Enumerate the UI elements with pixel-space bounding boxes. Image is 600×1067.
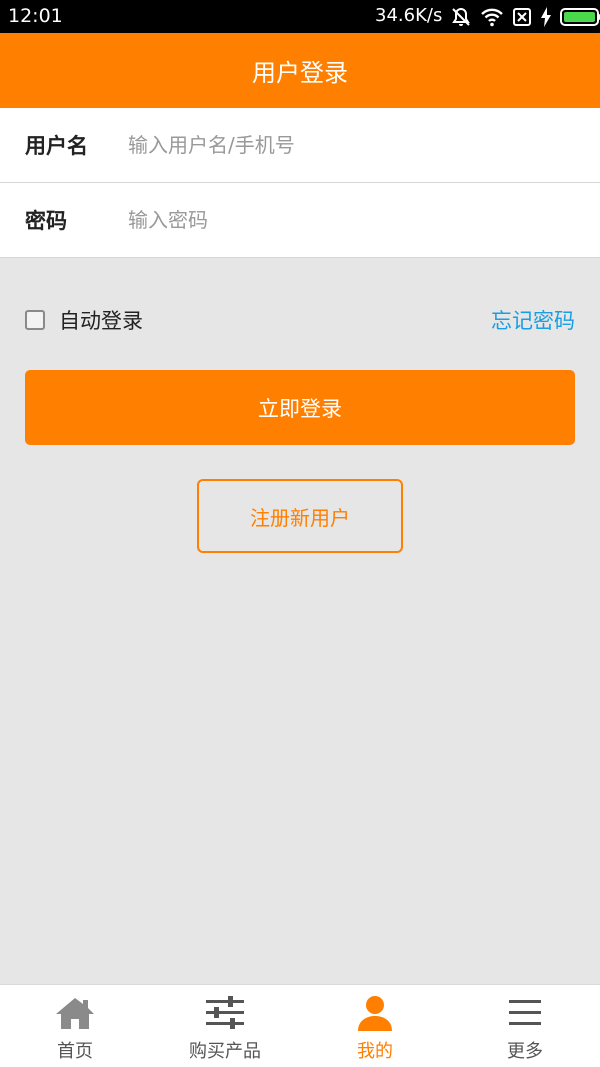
charging-icon — [540, 7, 552, 27]
username-input[interactable] — [128, 133, 548, 157]
login-form: 用户名 密码 — [0, 108, 600, 258]
menu-icon — [504, 995, 546, 1031]
username-row: 用户名 — [0, 108, 600, 183]
tab-more[interactable]: 更多 — [450, 985, 600, 1067]
auto-login-checkbox[interactable] — [25, 310, 45, 330]
tab-mine[interactable]: 我的 — [300, 985, 450, 1067]
status-time: 12:01 — [8, 5, 63, 27]
login-button[interactable]: 立即登录 — [25, 370, 575, 445]
tab-more-label: 更多 — [507, 1041, 543, 1062]
tab-buy-products-label: 购买产品 — [189, 1041, 261, 1062]
password-label: 密码 — [25, 209, 67, 233]
forgot-password-link[interactable]: 忘记密码 — [491, 305, 575, 335]
tab-home[interactable]: 首页 — [0, 985, 150, 1067]
login-options: 自动登录 忘记密码 — [25, 300, 575, 340]
wifi-icon — [480, 6, 504, 28]
auto-login-label: 自动登录 — [59, 309, 143, 333]
tab-mine-label: 我的 — [357, 1041, 393, 1062]
status-bar: 12:01 34.6K/s — [0, 0, 600, 33]
password-input[interactable] — [128, 208, 548, 232]
mute-icon — [450, 6, 472, 28]
page-title: 用户登录 — [252, 59, 348, 87]
bottom-tab-bar: 首页 购买产品 我的 更多 — [0, 984, 600, 1067]
username-label: 用户名 — [25, 134, 88, 158]
app-bar: 用户登录 — [0, 33, 600, 108]
tab-buy-products[interactable]: 购买产品 — [150, 985, 300, 1067]
register-button[interactable]: 注册新用户 — [197, 479, 403, 553]
battery-icon — [560, 7, 600, 27]
sim-off-icon — [512, 7, 532, 27]
sliders-icon — [204, 995, 246, 1031]
auto-login-toggle[interactable]: 自动登录 — [25, 305, 143, 335]
home-icon — [54, 995, 96, 1031]
tab-home-label: 首页 — [57, 1041, 93, 1062]
user-icon — [354, 995, 396, 1031]
status-icons — [450, 6, 600, 28]
password-row: 密码 — [0, 183, 600, 258]
network-speed: 34.6K/s — [375, 5, 443, 26]
